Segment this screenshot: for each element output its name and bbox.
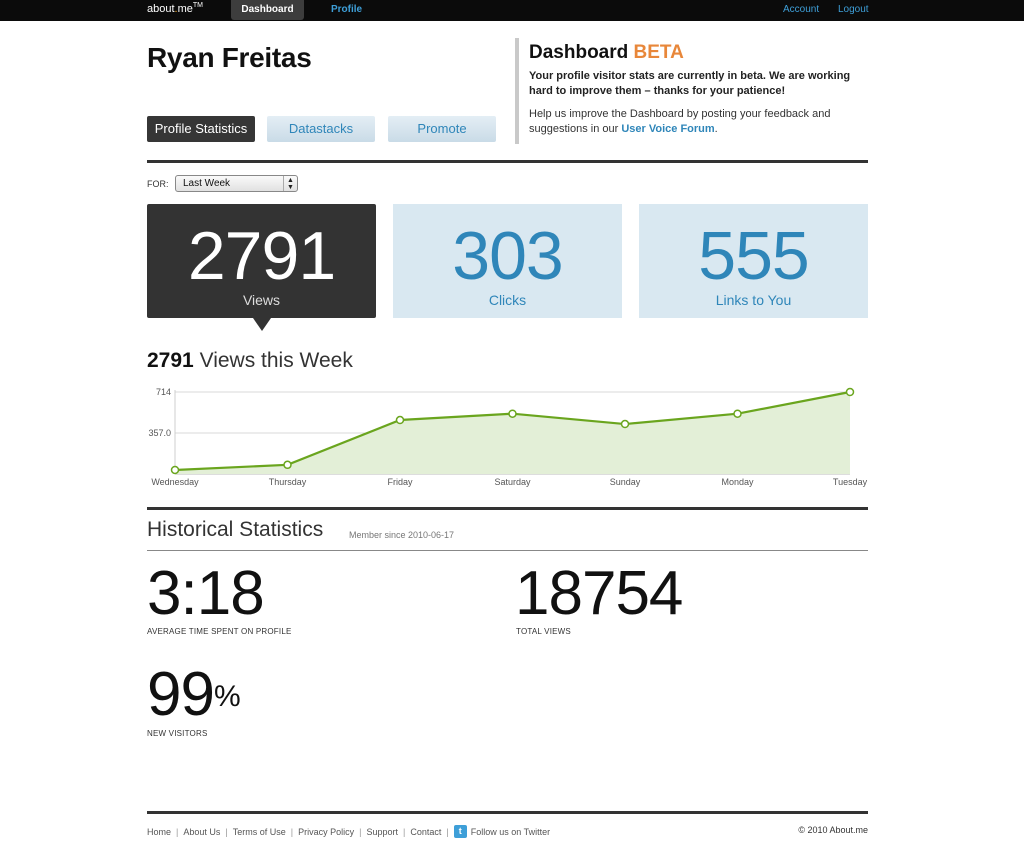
footer-link-support[interactable]: Support	[366, 827, 398, 837]
chart-y-tick-label: 714	[156, 387, 171, 397]
chart-x-tick-label: Monday	[721, 477, 754, 487]
chart-point	[283, 460, 292, 470]
historical-title: Historical Statistics	[147, 518, 324, 541]
week-views-title: 2791 Views this Week	[147, 349, 353, 372]
member-since: Member since 2010-06-17	[349, 530, 455, 540]
footer-link-home[interactable]: Home	[147, 827, 171, 837]
stat-box-clicks[interactable]: 303 Clicks	[393, 204, 622, 318]
chart-y-tick-label: 357.0	[148, 428, 171, 438]
footer-divider	[147, 811, 868, 814]
profile-name: Ryan Freitas	[147, 42, 312, 73]
tab-profile-statistics[interactable]: Profile Statistics	[147, 116, 255, 142]
new-visitors-label: NEW VISITORS	[147, 729, 208, 738]
logout-link[interactable]: Logout	[838, 4, 869, 15]
avg-time-value: 3:18	[147, 559, 265, 628]
footer-link-contact[interactable]: Contact	[410, 827, 441, 837]
beta-title: Dashboard BETA	[529, 42, 684, 63]
divider	[147, 550, 868, 551]
chart-point	[845, 387, 855, 397]
footer-link-about[interactable]: About Us	[183, 827, 220, 837]
divider	[147, 507, 868, 510]
chart-point	[395, 415, 405, 425]
period-selected-value: Last Week	[183, 178, 231, 189]
chart-point	[508, 409, 517, 418]
nav-dashboard-tab[interactable]: Dashboard	[231, 0, 304, 20]
chart-x-tick-label: Friday	[387, 477, 413, 487]
tab-promote[interactable]: Promote	[388, 116, 496, 142]
beta-message: Your profile visitor stats are currently…	[529, 70, 851, 97]
stat-box-views[interactable]: 2791 Views	[147, 204, 376, 318]
user-voice-forum-link[interactable]: User Voice Forum	[621, 123, 714, 135]
tab-datastacks[interactable]: Datastacks	[267, 116, 375, 142]
chart-point	[620, 419, 630, 429]
stat-value: 555	[698, 218, 809, 294]
period-select[interactable]: Last Week ▲ ▼	[175, 175, 298, 192]
stat-value: 2791	[187, 218, 336, 294]
footer-links: Home | About Us | Terms of Use | Privacy Po…	[147, 825, 551, 838]
chart-x-tick-label: Wednesday	[151, 477, 199, 487]
chart-x-tick-label: Sunday	[610, 477, 641, 487]
stat-box-links[interactable]: 555 Links to You	[639, 204, 868, 318]
avg-time-label: AVERAGE TIME SPENT ON PROFILE	[147, 627, 292, 636]
selected-pointer-icon	[253, 318, 271, 331]
chart-x-tick-label: Saturday	[494, 477, 531, 487]
beta-badge: BETA	[633, 42, 684, 63]
beta-notice: Dashboard BETA Your profile visitor stat…	[515, 38, 868, 144]
top-bar: about.meTM Dashboard Profile Account Log…	[0, 0, 1024, 21]
chart-point	[170, 465, 180, 475]
chart-x-tick-label: Tuesday	[833, 477, 868, 487]
divider	[147, 160, 868, 163]
footer-link-terms[interactable]: Terms of Use	[233, 827, 286, 837]
new-visitors-value: 99%	[147, 660, 241, 729]
nav-profile-link[interactable]: Profile	[331, 4, 362, 15]
footer-link-twitter[interactable]: Follow us on Twitter	[471, 827, 550, 837]
total-views-label: TOTAL VIEWS	[516, 627, 571, 636]
total-views-value: 18754	[515, 559, 683, 628]
chart-point	[733, 409, 742, 418]
about-me-logo[interactable]: about.meTM	[147, 2, 203, 15]
stat-label: Links to You	[715, 292, 792, 308]
beta-feedback-text: Help us improve the Dashboard by posting…	[529, 108, 831, 135]
chart-x-tick-label: Thursday	[269, 477, 307, 487]
stat-label: Views	[242, 292, 281, 308]
stat-value: 303	[452, 218, 563, 294]
views-chart: 714 357.0 Wednesday Thursday Friday Saturday S…	[148, 387, 868, 487]
footer-link-privacy[interactable]: Privacy Policy	[298, 827, 354, 837]
stat-label: Clicks	[488, 292, 527, 308]
twitter-icon[interactable]: t	[453, 825, 467, 838]
select-arrows-icon: ▲ ▼	[283, 176, 297, 191]
account-link[interactable]: Account	[783, 4, 819, 15]
copyright: © 2010 About.me	[798, 825, 868, 835]
period-label: FOR:	[147, 179, 169, 189]
